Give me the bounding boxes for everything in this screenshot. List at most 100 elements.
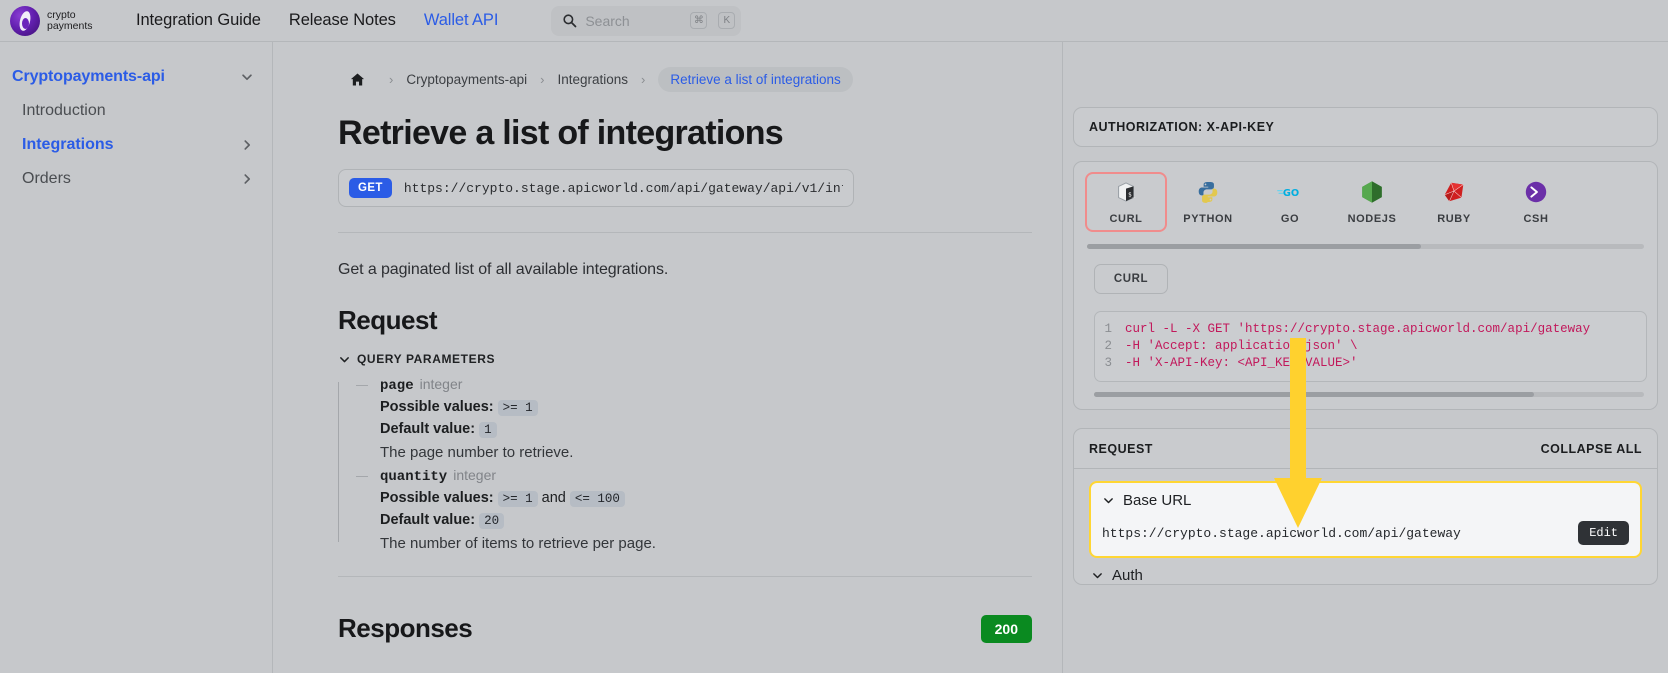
right-panel: AUTHORIZATION: X-API-KEY $_ CURL PYTHON — [1062, 42, 1668, 673]
param-default-row: Default value: 1 — [380, 421, 1032, 438]
main-content: › Cryptopayments-api › Integrations › Re… — [273, 42, 1062, 673]
language-tab-go[interactable]: GO GO — [1249, 172, 1331, 232]
param-name-row: quantityinteger — [380, 467, 1032, 485]
code-sample-card: $_ CURL PYTHON GO GO — [1073, 161, 1658, 410]
request-title: REQUEST — [1089, 442, 1153, 456]
edit-base-url-button[interactable]: Edit — [1578, 521, 1629, 545]
default-value-label: Default value: — [380, 512, 475, 528]
divider — [338, 232, 1032, 233]
chevron-right-icon — [240, 138, 254, 152]
code-line-text: curl -L -X GET 'https://crypto.stage.api… — [1125, 321, 1590, 338]
breadcrumb-current-page[interactable]: Retrieve a list of integrations — [658, 67, 852, 92]
powershell-icon — [1523, 179, 1549, 205]
possible-value-chip: <= 100 — [570, 491, 625, 507]
search-placeholder: Search — [585, 13, 682, 29]
endpoint-url[interactable]: https://crypto.stage.apicworld.com/api/g… — [404, 181, 843, 196]
sidebar-item-orders[interactable]: Orders — [0, 162, 272, 196]
breadcrumb-item-integrations[interactable]: Integrations — [558, 72, 629, 87]
nodejs-icon — [1359, 179, 1385, 205]
top-navigation-bar: crypto payments Integration Guide Releas… — [0, 0, 1668, 42]
param-rail — [338, 382, 339, 542]
sidebar-item-introduction[interactable]: Introduction — [0, 94, 272, 128]
code-block-scrollbar[interactable] — [1094, 392, 1644, 397]
responses-row: Responses 200 — [338, 613, 1032, 644]
status-badge-200[interactable]: 200 — [981, 615, 1032, 643]
code-line: 3 -H 'X-API-Key: <API_KEY_VALUE>' — [1095, 355, 1646, 372]
language-tab-ruby[interactable]: RUBY — [1413, 172, 1495, 232]
language-tab-label: GO — [1281, 213, 1299, 225]
breadcrumb-separator: › — [378, 72, 404, 87]
base-url-section[interactable]: Base URL https://crypto.stage.apicworld.… — [1089, 481, 1642, 558]
language-tab-csh[interactable]: CSH — [1495, 172, 1577, 232]
svg-text:GO: GO — [1283, 188, 1299, 199]
language-tab-label: NODEJS — [1348, 213, 1397, 225]
possible-values-label: Possible values: — [380, 490, 494, 506]
brand-wordmark: crypto payments — [47, 10, 93, 32]
endpoint-bar: GET https://crypto.stage.apicworld.com/a… — [338, 169, 854, 207]
scrollbar-thumb[interactable] — [1094, 392, 1534, 397]
param-description: The number of items to retrieve per page… — [380, 535, 1032, 552]
query-parameters-toggle[interactable]: QUERY PARAMETERS — [338, 352, 1032, 366]
base-url-value-row: https://crypto.stage.apicworld.com/api/g… — [1102, 521, 1629, 545]
code-sample-block[interactable]: 1 curl -L -X GET 'https://crypto.stage.a… — [1094, 311, 1647, 382]
param-name-row: pageinteger — [380, 376, 1032, 394]
language-tab-label: CURL — [1110, 213, 1143, 225]
home-icon[interactable] — [350, 72, 365, 87]
auth-label: Auth — [1112, 567, 1143, 584]
shortcut-key-cmd: ⌘ — [690, 12, 707, 29]
language-tab-label: PYTHON — [1183, 213, 1232, 225]
query-parameters-list: pageinteger Possible values: >= 1 Defaul… — [338, 376, 1032, 552]
language-tabs-scrollbar[interactable] — [1087, 244, 1644, 249]
param-page: pageinteger Possible values: >= 1 Defaul… — [356, 376, 1032, 461]
param-default-row: Default value: 20 — [380, 512, 1032, 529]
authorization-card[interactable]: AUTHORIZATION: X-API-KEY — [1073, 107, 1658, 147]
code-line-text: -H 'Accept: application/json' \ — [1125, 338, 1358, 355]
base-url-value[interactable]: https://crypto.stage.apicworld.com/api/g… — [1102, 526, 1461, 541]
language-tab-curl[interactable]: $_ CURL — [1085, 172, 1167, 232]
code-line-text: -H 'X-API-Key: <API_KEY_VALUE>' — [1125, 355, 1358, 372]
param-quantity: quantityinteger Possible values: >= 1 an… — [356, 467, 1032, 552]
svg-text:$_: $_ — [1128, 191, 1136, 198]
terminal-icon: $_ — [1113, 179, 1139, 205]
section-heading-request: Request — [338, 305, 1032, 336]
sidebar-item-cryptopayments-api[interactable]: Cryptopayments-api — [0, 60, 272, 94]
search-input[interactable]: Search ⌘ K — [551, 6, 741, 36]
sidebar: Cryptopayments-api Introduction Integrat… — [0, 42, 273, 673]
language-tabs: $_ CURL PYTHON GO GO — [1074, 172, 1657, 232]
request-card-header: REQUEST COLLAPSE ALL — [1074, 429, 1657, 469]
page-title: Retrieve a list of integrations — [338, 114, 1032, 153]
language-tab-label: RUBY — [1437, 213, 1471, 225]
param-possible-values-row: Possible values: >= 1 and <= 100 — [380, 490, 1032, 507]
brand-logo[interactable]: crypto payments — [10, 6, 130, 36]
language-tab-nodejs[interactable]: NODEJS — [1331, 172, 1413, 232]
nav-link-release-notes[interactable]: Release Notes — [289, 11, 396, 30]
auth-section-header[interactable]: Auth — [1089, 558, 1642, 584]
language-tab-python[interactable]: PYTHON — [1167, 172, 1249, 232]
base-url-header[interactable]: Base URL — [1102, 492, 1629, 509]
nav-link-integration-guide[interactable]: Integration Guide — [136, 11, 261, 30]
chevron-down-icon — [240, 70, 254, 84]
default-value-chip: 20 — [479, 513, 504, 529]
code-line-number: 3 — [1095, 355, 1125, 372]
breadcrumb-item-cryptopayments-api[interactable]: Cryptopayments-api — [406, 72, 527, 87]
scrollbar-thumb[interactable] — [1087, 244, 1421, 249]
nav-link-wallet-api[interactable]: Wallet API — [424, 11, 499, 30]
param-name: quantity — [380, 469, 447, 485]
param-description: The page number to retrieve. — [380, 444, 1032, 461]
brand-line-1: crypto — [47, 10, 93, 21]
go-icon: GO — [1277, 179, 1303, 205]
code-variant-button-curl[interactable]: CURL — [1094, 264, 1168, 294]
collapse-all-button[interactable]: COLLAPSE ALL — [1541, 442, 1642, 456]
sidebar-item-integrations[interactable]: Integrations — [0, 128, 272, 162]
request-card: REQUEST COLLAPSE ALL Base URL https://cr… — [1073, 428, 1658, 585]
shortcut-key-k: K — [718, 12, 735, 29]
code-line: 2 -H 'Accept: application/json' \ — [1095, 338, 1646, 355]
sidebar-item-label: Orders — [22, 170, 240, 188]
brand-line-2: payments — [47, 21, 93, 32]
chevron-right-icon — [240, 172, 254, 186]
possible-values-label: Possible values: — [380, 399, 494, 415]
search-icon — [562, 13, 577, 28]
http-method-badge: GET — [349, 178, 392, 198]
ruby-icon — [1441, 179, 1467, 205]
param-possible-values-row: Possible values: >= 1 — [380, 399, 1032, 416]
